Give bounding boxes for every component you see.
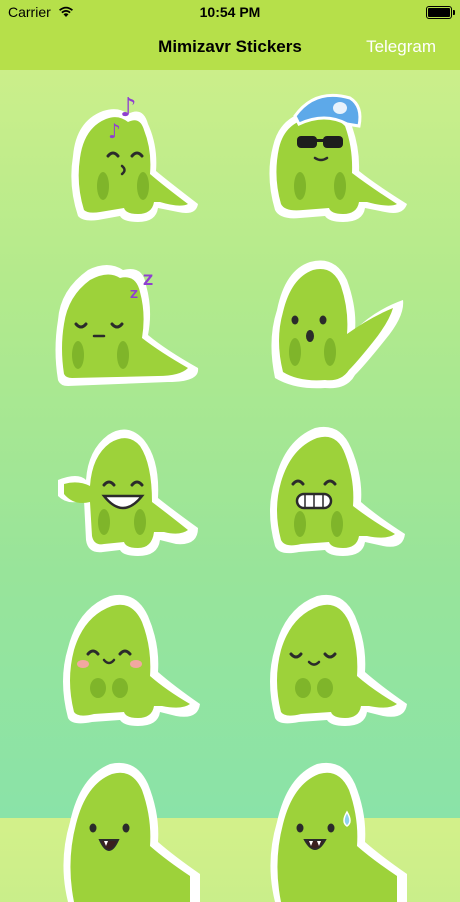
sticker-sleeping[interactable]: Z Z	[48, 240, 208, 400]
status-bar: Carrier 10:54 PM	[0, 0, 460, 24]
svg-text:♪: ♪	[108, 119, 121, 143]
battery-icon	[426, 6, 455, 19]
nav-bar: Mimizavr Stickers Telegram	[0, 24, 460, 70]
status-time: 10:54 PM	[199, 4, 261, 20]
sticker-grin-teeth[interactable]	[255, 410, 415, 570]
sticker-calm-smile[interactable]	[255, 580, 415, 740]
svg-text:Z: Z	[130, 288, 138, 301]
sticker-music-singing[interactable]: ♪ ♪	[48, 76, 208, 236]
sticker-big-grin-wave[interactable]	[48, 410, 208, 570]
sticker-cap-sunglasses[interactable]	[255, 76, 415, 236]
sticker-nervous-sweat[interactable]	[255, 742, 415, 902]
svg-text:Z: Z	[143, 273, 153, 289]
sticker-blush-happy[interactable]	[48, 580, 208, 740]
svg-text:♪: ♪	[120, 93, 137, 123]
sticker-surprised[interactable]	[255, 240, 415, 400]
sticker-grid: ♪ ♪ Z Z	[0, 70, 460, 902]
sticker-open-mouth[interactable]	[48, 742, 208, 902]
telegram-link[interactable]: Telegram	[366, 37, 436, 57]
